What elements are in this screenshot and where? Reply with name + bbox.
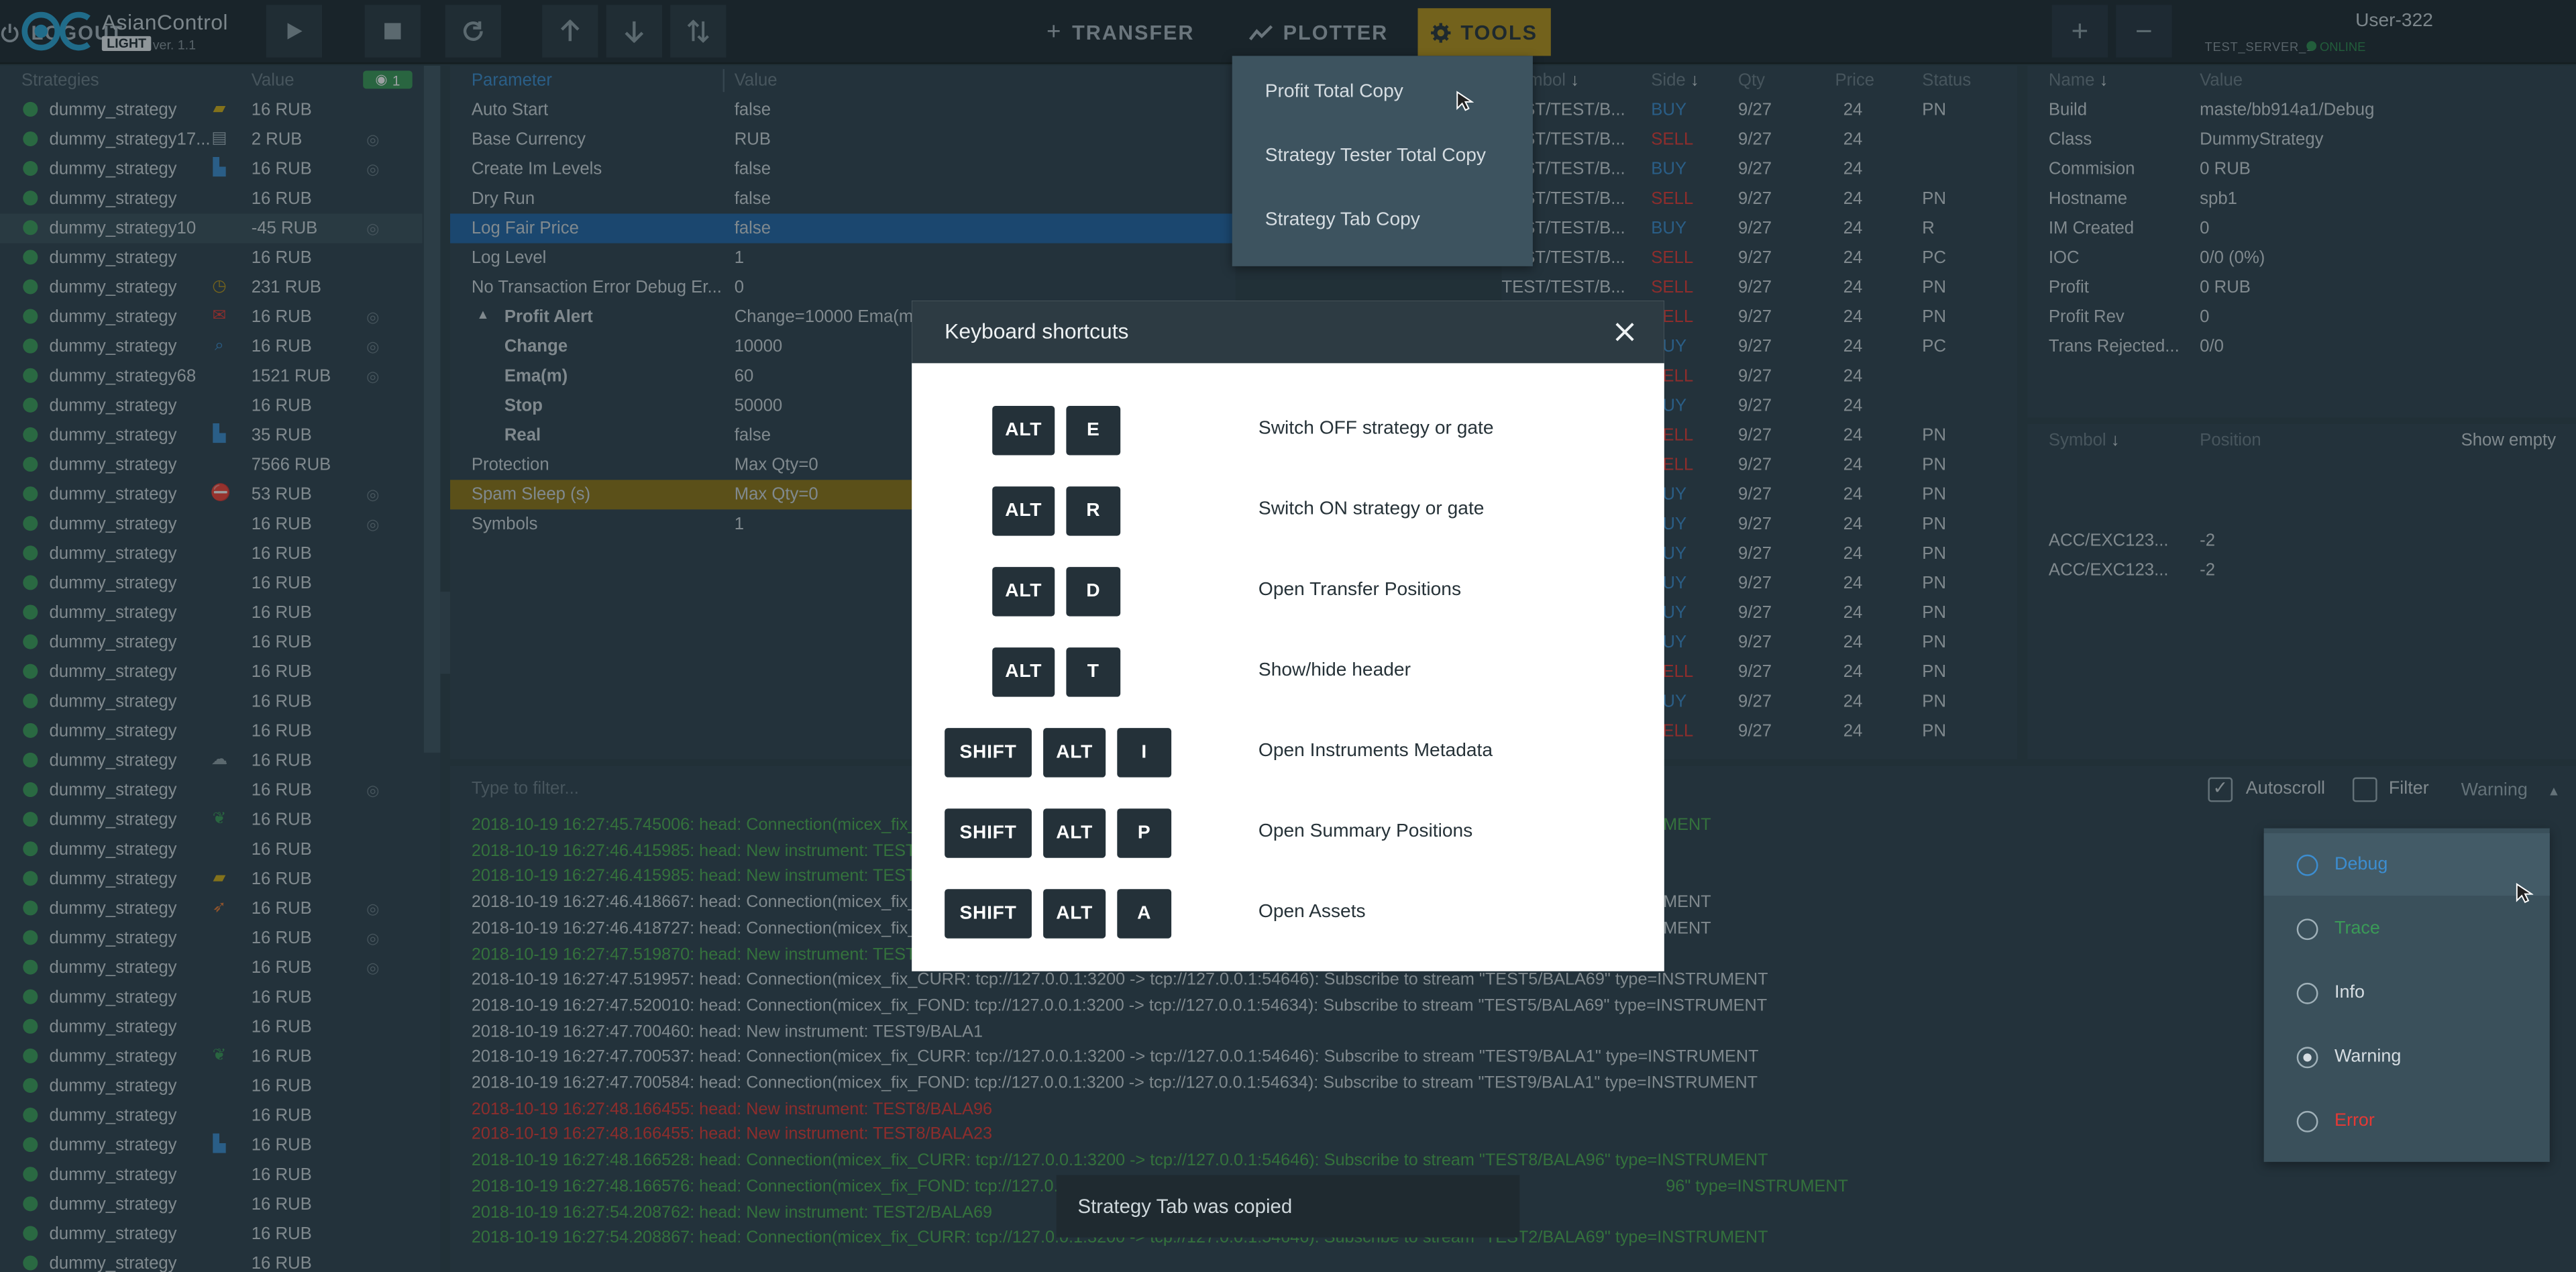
key-cap: SHIFT <box>945 889 1032 939</box>
key-cap: T <box>1066 647 1121 697</box>
key-cap: I <box>1117 728 1172 778</box>
key-cap: ALT <box>992 567 1055 617</box>
shortcut-row: ALT R Switch ON strategy or gate <box>912 486 1664 536</box>
radio-unchecked-icon <box>2296 854 2318 876</box>
key-cap: ALT <box>1043 728 1106 778</box>
key-cap: E <box>1066 406 1121 456</box>
shortcut-row: ALT D Open Transfer Positions <box>912 567 1664 617</box>
shortcut-description: Open Transfer Positions <box>1258 580 1462 600</box>
key-cap: D <box>1066 567 1121 617</box>
key-cap: P <box>1117 808 1172 858</box>
close-icon[interactable] <box>1615 322 1634 341</box>
log-level-menu: Debug Trace Info Warning Error <box>2263 828 2550 1162</box>
dialog-header: Keyboard shortcuts <box>912 301 1664 364</box>
shortcut-description: Switch OFF strategy or gate <box>1258 419 1494 439</box>
key-cap: ALT <box>1043 808 1106 858</box>
key-cap: R <box>1066 486 1121 536</box>
shortcut-row: SHIFT ALT I Open Instruments Metadata <box>912 728 1664 778</box>
radio-dot-icon <box>2302 1052 2311 1061</box>
log-level-option[interactable]: Warning <box>2264 1026 2550 1088</box>
tools-menu: Profit Total Copy Strategy Tester Total C… <box>1232 56 1533 266</box>
radio-unchecked-icon <box>2296 918 2318 941</box>
key-cap: SHIFT <box>945 808 1032 858</box>
log-level-label: Debug <box>2334 854 2388 875</box>
log-level-label: Info <box>2334 982 2365 1003</box>
mouse-cursor-icon <box>2516 883 2534 904</box>
key-cap: ALT <box>992 647 1055 697</box>
log-level-label: Warning <box>2334 1047 2402 1067</box>
shortcut-row: ALT E Switch OFF strategy or gate <box>912 406 1664 456</box>
keyboard-shortcuts-dialog: Keyboard shortcuts ALT E Switch OFF strate… <box>912 301 1664 971</box>
tools-menu-item[interactable]: Strategy Tab Copy <box>1265 211 1420 230</box>
dialog-title: Keyboard shortcuts <box>945 319 1129 343</box>
shortcut-row: SHIFT ALT P Open Summary Positions <box>912 808 1664 858</box>
key-cap: ALT <box>1043 889 1106 939</box>
toast-notification: Strategy Tab was copied <box>1056 1175 1520 1238</box>
shortcut-description: Show/hide header <box>1258 660 1411 681</box>
tools-menu-item[interactable]: Strategy Tester Total Copy <box>1265 146 1486 166</box>
log-level-option[interactable]: Trace <box>2264 897 2550 959</box>
shortcut-description: Switch ON strategy or gate <box>1258 499 1485 520</box>
key-cap: ALT <box>992 486 1055 536</box>
log-level-label: Trace <box>2334 918 2380 939</box>
log-level-option[interactable]: Info <box>2264 961 2550 1024</box>
radio-unchecked-icon <box>2296 1110 2318 1132</box>
tools-menu-item[interactable]: Profit Total Copy <box>1265 82 1403 101</box>
key-cap: ALT <box>992 406 1055 456</box>
radio-checked-icon <box>2296 1047 2318 1069</box>
key-cap: SHIFT <box>945 728 1032 778</box>
log-level-label: Error <box>2334 1110 2375 1131</box>
shortcut-description: Open Instruments Metadata <box>1258 741 1493 761</box>
mouse-cursor-icon <box>1456 91 1474 111</box>
log-level-option[interactable]: Debug <box>2263 833 2550 896</box>
log-level-option[interactable]: Error <box>2264 1090 2550 1152</box>
radio-unchecked-icon <box>2296 982 2318 1004</box>
key-cap: A <box>1117 889 1172 939</box>
shortcut-description: Open Assets <box>1258 902 1366 922</box>
shortcut-row: SHIFT ALT A Open Assets <box>912 889 1664 939</box>
shortcut-row: ALT T Show/hide header <box>912 647 1664 697</box>
shortcut-description: Open Summary Positions <box>1258 821 1473 842</box>
